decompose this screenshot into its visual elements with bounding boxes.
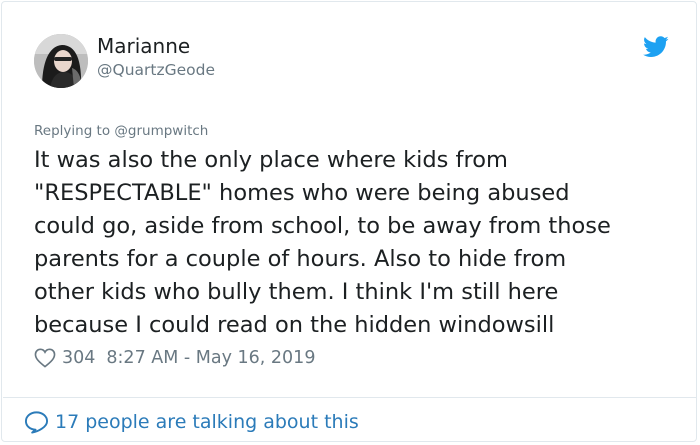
- conversation-link[interactable]: 17 people are talking about this: [24, 408, 359, 436]
- conversation-link-label: 17 people are talking about this: [55, 411, 359, 433]
- tweet-text-line: could go, aside from school, to be away …: [34, 213, 611, 239]
- avatar[interactable]: [34, 34, 88, 88]
- twitter-bird-icon[interactable]: [643, 36, 669, 58]
- tweet-text: It was also the only place where kids fr…: [34, 144, 674, 342]
- speech-bubble-icon: [24, 411, 49, 434]
- tweet-text-line: It was also the only place where kids fr…: [34, 147, 508, 173]
- tweet-text-line: other kids who bully them. I think I'm s…: [34, 279, 559, 305]
- heart-icon[interactable]: [34, 348, 56, 368]
- divider: [3, 397, 697, 398]
- author-name[interactable]: Marianne: [97, 34, 190, 58]
- like-count[interactable]: 304: [62, 348, 95, 368]
- tweet-meta: 304 8:27 AM - May 16, 2019: [34, 346, 315, 370]
- reply-context[interactable]: Replying to @grumpwitch: [34, 122, 208, 140]
- tweet-text-line: "RESPECTABLE" homes who were being abuse…: [34, 180, 570, 206]
- author-handle[interactable]: @QuartzGeode: [97, 60, 215, 80]
- tweet-card: Marianne @QuartzGeode Replying to @grump…: [1, 1, 697, 442]
- avatar-photo: [34, 34, 88, 88]
- tweet-timestamp[interactable]: 8:27 AM - May 16, 2019: [106, 348, 315, 368]
- tweet-text-line: parents for a couple of hours. Also to h…: [34, 246, 567, 272]
- tweet-text-line: because I could read on the hidden windo…: [34, 312, 555, 338]
